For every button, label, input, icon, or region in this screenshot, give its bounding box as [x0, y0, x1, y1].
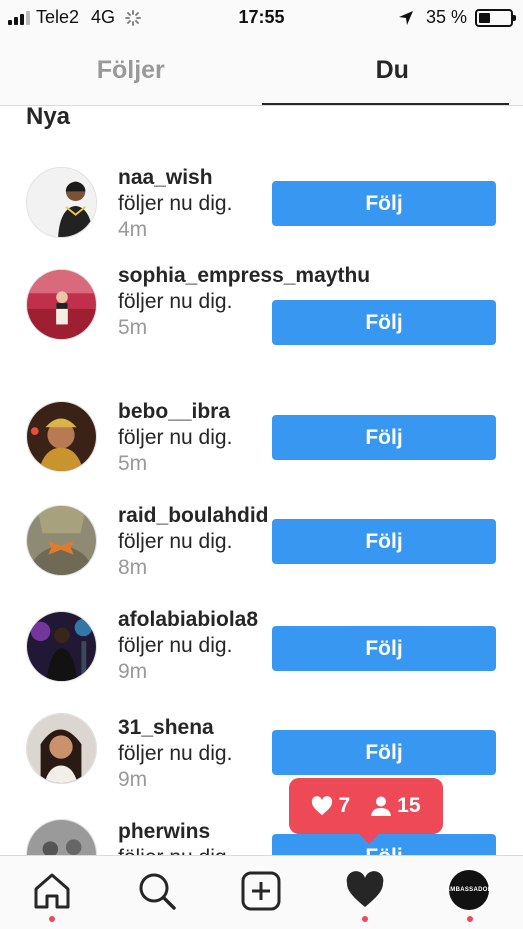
notification-row: raid_boulahdid följer nu dig. 8m Följ	[0, 503, 523, 607]
profile-avatar[interactable]: AMBASSADOR	[446, 870, 492, 912]
activity-notification-dot	[362, 916, 368, 922]
username[interactable]: 31_shena	[118, 716, 214, 739]
follow-button[interactable]: Följ	[272, 626, 496, 671]
notification-row: pherwins följer nu dig. Följ	[0, 817, 523, 855]
profile-badge-text: AMBASSADOR	[446, 870, 492, 910]
tab-you[interactable]: Du	[261, 38, 523, 105]
notification-row: afolabiabiola8 följer nu dig. 9m Följ	[0, 607, 523, 711]
follow-button[interactable]: Följ	[272, 834, 496, 855]
profile-notification-dot	[467, 916, 473, 922]
status-bar: Tele2 4G 17:55 35 %	[0, 0, 523, 38]
heart-icon	[312, 796, 333, 816]
home-icon[interactable]	[31, 870, 73, 912]
username[interactable]: pherwins	[118, 820, 210, 843]
home-notification-dot	[49, 916, 55, 922]
bottom-nav: AMBASSADOR	[0, 855, 523, 929]
activity-heart-icon[interactable]	[344, 870, 386, 912]
timestamp: 8m	[118, 556, 148, 579]
username[interactable]: bebo__ibra	[118, 400, 230, 423]
timestamp: 4m	[118, 218, 148, 241]
timestamp: 5m	[118, 316, 148, 339]
notification-text: naa_wish följer nu dig. 4m	[118, 166, 233, 241]
follow-button[interactable]: Följ	[272, 415, 496, 460]
tab-following[interactable]: Följer	[0, 38, 262, 105]
add-post-icon[interactable]	[240, 870, 282, 912]
username[interactable]: sophia_empress_maythu	[118, 264, 370, 287]
username[interactable]: afolabiabiola8	[118, 608, 258, 631]
follow-button[interactable]: Följ	[272, 730, 496, 775]
person-icon	[371, 796, 392, 816]
avatar[interactable]	[26, 819, 97, 855]
battery-percent: 35 %	[425, 7, 467, 27]
search-icon[interactable]	[136, 870, 178, 912]
timestamp: 9m	[118, 660, 148, 683]
likes-count: 7	[338, 794, 351, 817]
notification-text: 31_shena följer nu dig. 9m	[118, 716, 233, 791]
avatar[interactable]	[26, 713, 97, 784]
activity-tabs: Följer Du	[0, 38, 523, 106]
avatar[interactable]	[26, 505, 97, 576]
notification-text: pherwins följer nu dig.	[118, 819, 258, 855]
follow-button[interactable]: Följ	[272, 519, 496, 564]
avatar[interactable]	[26, 401, 97, 472]
notification-row: naa_wish följer nu dig. 4m Följ	[0, 165, 523, 269]
notifications-feed[interactable]: Nya naa_wish följer nu dig. 4m Följ soph…	[0, 107, 523, 855]
avatar[interactable]	[26, 167, 97, 238]
username[interactable]: naa_wish	[118, 166, 213, 189]
timestamp: 9m	[118, 768, 148, 791]
notification-row: sophia_empress_maythu följer nu dig. 5m …	[0, 264, 523, 373]
notification-row: 31_shena följer nu dig. 9m Följ	[0, 713, 523, 817]
notification-text: raid_boulahdid följer nu dig. 8m	[118, 504, 269, 579]
avatar[interactable]	[26, 611, 97, 682]
battery-icon	[475, 8, 516, 27]
notification-text: sophia_empress_maythu följer nu dig. 5m	[118, 264, 371, 339]
section-title: Nya	[26, 107, 71, 130]
notification-text: afolabiabiola8 följer nu dig. 9m	[118, 608, 259, 683]
avatar[interactable]	[26, 269, 97, 340]
notification-text: bebo__ibra följer nu dig. 5m	[118, 400, 233, 475]
location-arrow-icon	[398, 10, 413, 25]
activity-popup[interactable]: 7 15	[289, 778, 443, 844]
notification-row: bebo__ibra följer nu dig. 5m Följ	[0, 399, 523, 503]
follow-button[interactable]: Följ	[272, 181, 496, 226]
follow-button[interactable]: Följ	[272, 300, 496, 345]
timestamp: 5m	[118, 452, 148, 475]
followers-count: 15	[397, 794, 421, 817]
username[interactable]: raid_boulahdid	[118, 504, 269, 527]
